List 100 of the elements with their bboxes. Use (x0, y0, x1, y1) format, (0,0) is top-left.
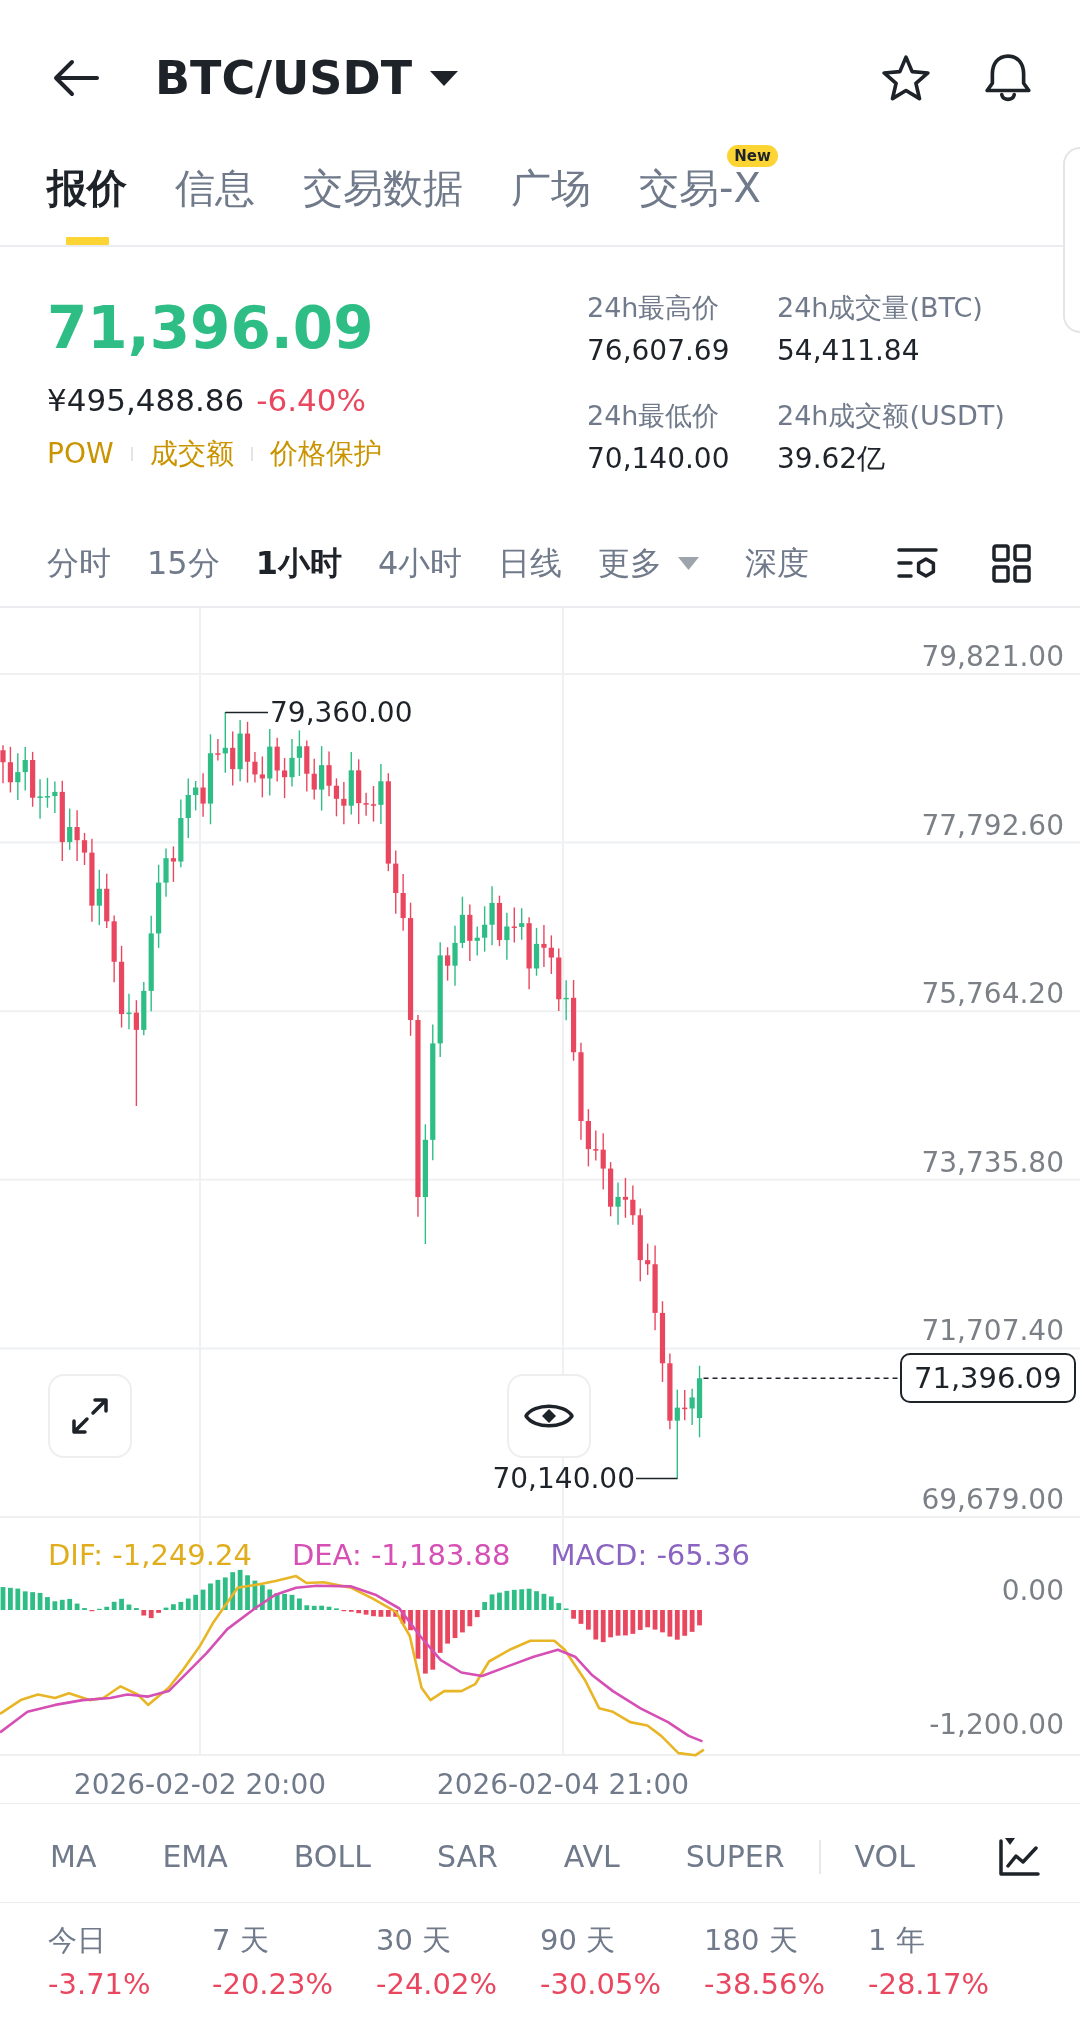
histogram-bar (8, 1587, 13, 1610)
price-axis-label: 69,679.00 (921, 1483, 1064, 1517)
interval-tab[interactable]: 15分 (147, 543, 220, 583)
price-axis-label: 75,764.20 (921, 977, 1064, 1012)
period-label: 1 年 (868, 1922, 925, 1958)
histogram-bar (371, 1610, 376, 1617)
indicator-tab[interactable]: AVL (563, 1836, 620, 1877)
interval-tab[interactable]: 更多 (598, 543, 700, 583)
histogram-bar (660, 1610, 665, 1633)
histogram-bar (156, 1610, 161, 1613)
histogram-bar (208, 1583, 213, 1610)
stat-value: 70,140.00 (587, 442, 730, 476)
indicator-tab[interactable]: BOLL (293, 1836, 371, 1877)
histogram-bar (452, 1610, 458, 1639)
last-price: 71,396.09 (47, 295, 375, 361)
period-label: 30 天 (376, 1922, 452, 1958)
histogram-bar (578, 1610, 584, 1624)
tab[interactable]: 报价 (47, 156, 127, 245)
indicator-tab[interactable]: VOL (854, 1836, 915, 1877)
fiat-price: ¥495,488.86 (47, 382, 245, 418)
period-change: -20.23% (212, 1966, 334, 2002)
caret-icon (678, 556, 700, 570)
pair-selector[interactable]: BTC/USDT (155, 51, 459, 105)
histogram-bar (615, 1610, 621, 1636)
stat-label: 24h成交额(USDT) (777, 399, 1005, 433)
stat-value: 76,607.69 (587, 334, 730, 368)
tab[interactable]: 广场 (511, 156, 591, 245)
stat-value: 39.62亿 (777, 442, 886, 476)
low-leader-line (635, 1477, 679, 1480)
interval-tab[interactable]: 4小时 (378, 543, 463, 583)
histogram-bar (408, 1610, 413, 1631)
period-change: -28.17% (868, 1966, 990, 2002)
period-change: -30.05% (540, 1966, 662, 2002)
period-label: 90 天 (540, 1922, 616, 1958)
dea-value: DEA: -1,183.88 (291, 1538, 511, 1572)
stat-value: 54,411.84 (777, 334, 920, 368)
histogram-bar (126, 1604, 132, 1610)
line-chart-icon[interactable] (998, 1836, 1040, 1877)
period-change: -24.02% (376, 1966, 498, 2002)
histogram-bar (245, 1575, 250, 1610)
histogram-bar (45, 1597, 50, 1610)
histogram-bar (171, 1604, 176, 1610)
histogram-bar (0, 1587, 6, 1610)
hexagon-lines-icon[interactable] (897, 547, 938, 579)
histogram-bar (608, 1610, 613, 1638)
tag-link[interactable]: POW (47, 437, 114, 471)
bell-icon[interactable] (984, 53, 1032, 103)
period-label: 180 天 (704, 1922, 798, 1958)
interval-tab[interactable]: 深度 (745, 543, 810, 583)
price-change: -6.40% (256, 382, 366, 418)
stat-label: 24h成交量(BTC) (777, 291, 983, 325)
dif-value: DIF: -1,249.24 (48, 1538, 252, 1572)
tag-link[interactable]: 价格保护 (269, 437, 382, 471)
time-axis-label: 2026-02-02 20:00 (73, 1768, 327, 1802)
interval-tab[interactable]: 分时 (47, 543, 111, 583)
last-price-tag: 71,396.09 (900, 1353, 1076, 1404)
histogram-bar (497, 1592, 502, 1610)
histogram-bar (119, 1598, 124, 1610)
fullscreen-button[interactable] (48, 1374, 132, 1458)
stat-label: 24h最高价 (587, 291, 720, 325)
low-price-marker: 70,140.00 (492, 1462, 635, 1496)
visibility-button[interactable] (507, 1374, 591, 1458)
histogram-bar (163, 1607, 169, 1610)
histogram-bar (460, 1610, 465, 1633)
period-label: 今日 (48, 1922, 106, 1958)
tab[interactable]: 交易数据 (303, 156, 463, 245)
indicator-tab[interactable]: SUPER (685, 1836, 785, 1877)
interval-tab[interactable]: 1小时 (255, 543, 342, 583)
grid-icon[interactable] (992, 543, 1031, 583)
interval-tab[interactable]: 日线 (498, 543, 563, 583)
stat-label: 24h最低价 (587, 399, 720, 433)
time-axis-label: 2026-02-04 21:00 (436, 1768, 690, 1802)
high-price-marker: 79,360.00 (270, 696, 413, 730)
price-axis-label: 79,821.00 (921, 640, 1064, 674)
indicator-tab[interactable]: MA (50, 1836, 97, 1877)
price-axis-label: 73,735.80 (921, 1145, 1064, 1180)
macd-axis-label: -1,200.00 (929, 1708, 1064, 1742)
macd-axis-label: 0.00 (1001, 1574, 1064, 1608)
high-leader-line (224, 711, 269, 714)
period-change: -3.71% (48, 1966, 151, 2002)
indicator-tab[interactable]: SAR (436, 1836, 498, 1877)
caret-icon (430, 70, 459, 86)
indicator-tab[interactable]: EMA (162, 1836, 228, 1877)
star-icon[interactable] (882, 54, 930, 102)
histogram-bar (571, 1610, 576, 1619)
histogram-bar (623, 1610, 628, 1636)
price-axis-label: 71,707.40 (921, 1314, 1064, 1349)
tab[interactable]: 信息 (175, 156, 255, 245)
histogram-bar (297, 1598, 302, 1610)
period-label: 7 天 (212, 1922, 269, 1958)
new-badge: New (727, 145, 778, 167)
expand-arrows-icon (70, 1396, 110, 1436)
back-arrow-icon[interactable] (52, 58, 100, 98)
histogram-bar (586, 1610, 591, 1630)
histogram-bar (534, 1591, 539, 1610)
histogram-bar (282, 1593, 287, 1610)
tag-link[interactable]: 成交额 (149, 437, 234, 471)
histogram-bar (289, 1594, 295, 1610)
histogram-bar (697, 1610, 702, 1626)
period-change: -38.56% (704, 1966, 826, 2002)
